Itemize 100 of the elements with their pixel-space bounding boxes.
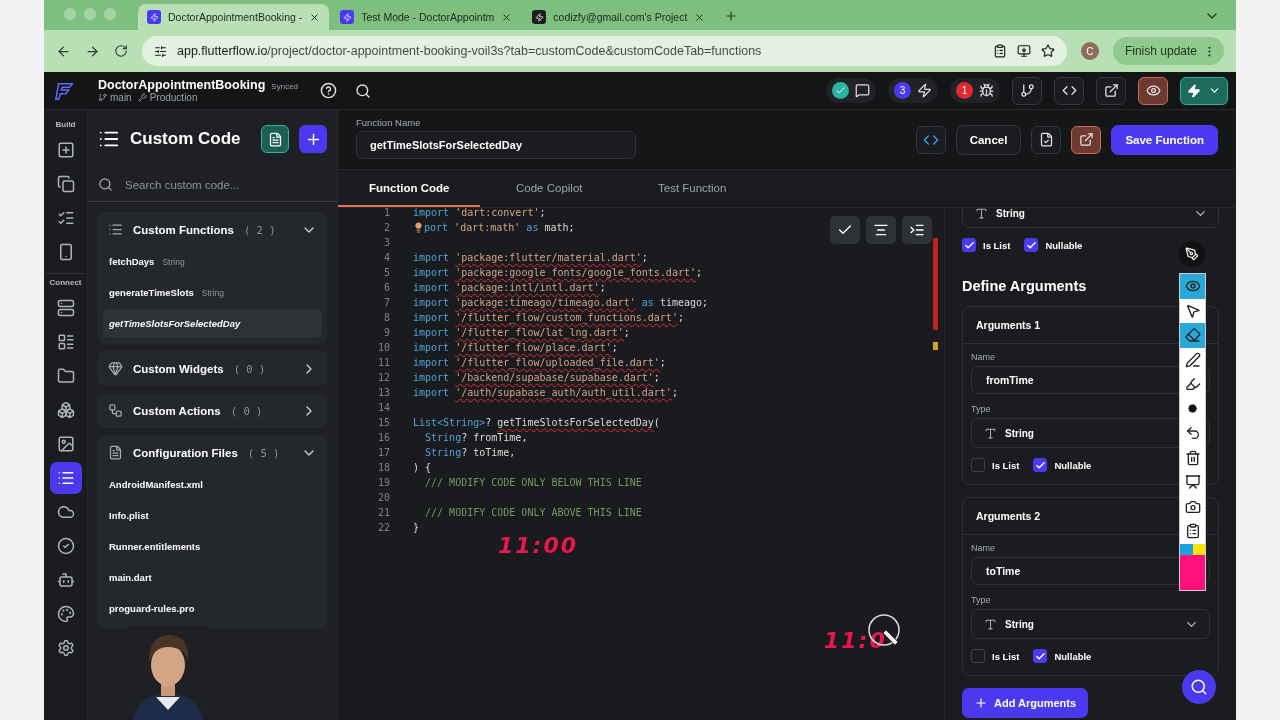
code-text: 'package:flutter/material.dart' bbox=[455, 252, 642, 263]
line-number: 1 bbox=[382, 208, 391, 218]
checkbox[interactable]: Is List bbox=[971, 649, 1020, 663]
code-list-item[interactable]: getTimeSlotsForSelectedDay bbox=[103, 309, 322, 338]
code-list-item[interactable]: main.dart bbox=[103, 563, 322, 592]
branch-button[interactable] bbox=[1012, 76, 1042, 105]
add-button[interactable] bbox=[299, 125, 327, 153]
line-number: 13 bbox=[376, 387, 391, 398]
bookmark-icon[interactable] bbox=[1040, 44, 1055, 58]
reload-icon[interactable] bbox=[114, 44, 128, 58]
close-icon[interactable] bbox=[309, 11, 321, 23]
pointer-icon bbox=[1184, 302, 1201, 319]
tasks-button[interactable]: 3 bbox=[888, 78, 938, 103]
search-button[interactable] bbox=[1182, 670, 1216, 704]
type-dropdown[interactable]: String bbox=[971, 609, 1210, 639]
code-text: import bbox=[413, 327, 451, 338]
help-icon[interactable] bbox=[320, 82, 337, 99]
checkbox[interactable]: Nullable bbox=[1033, 649, 1092, 663]
code-text: ( bbox=[653, 417, 660, 428]
code-text: as bbox=[640, 297, 655, 308]
open-external-button[interactable] bbox=[1096, 76, 1126, 105]
item-name: Runner.entitlements bbox=[109, 541, 201, 552]
site-settings-icon[interactable] bbox=[154, 44, 167, 58]
checkbox[interactable]: Is List bbox=[962, 238, 1011, 252]
back-icon[interactable] bbox=[56, 43, 71, 59]
code-text: import bbox=[413, 387, 451, 398]
document-button[interactable] bbox=[261, 125, 289, 153]
code-list-item[interactable]: fetchDays String bbox=[103, 247, 322, 276]
clipboard-icon[interactable] bbox=[992, 44, 1007, 58]
editor-tab[interactable]: Test Function bbox=[622, 170, 764, 207]
run-button[interactable] bbox=[1180, 76, 1228, 105]
code-list-item[interactable]: generateTimeSlots String bbox=[103, 278, 322, 307]
profile-avatar[interactable]: C bbox=[1080, 42, 1099, 60]
code-list-item[interactable]: Runner.entitlements bbox=[103, 532, 322, 561]
cancel-button[interactable]: Cancel bbox=[955, 124, 1022, 155]
address-bar[interactable]: app.flutterflow.io/project/doctor-appointment-booking-voil3s?tab=customCode&customCodeTab=functions bbox=[142, 36, 1067, 66]
editor-tab[interactable]: Code Copilot bbox=[480, 170, 622, 207]
file-check-icon bbox=[1038, 132, 1054, 147]
close-icon[interactable] bbox=[501, 11, 513, 23]
save-button[interactable]: Save Function bbox=[1111, 124, 1218, 155]
search-icon[interactable] bbox=[355, 82, 371, 99]
code-text: '/auth/supabase_auth/auth_util.dart' bbox=[455, 387, 672, 398]
section-header[interactable]: Custom Widgets ( 0 ) bbox=[98, 353, 327, 384]
code-list-item[interactable]: proguard-rules.pro bbox=[103, 594, 322, 623]
code-text: String bbox=[424, 432, 462, 443]
handwritten-note: 11:00 bbox=[498, 533, 579, 558]
checkbox[interactable]: Nullable bbox=[1033, 458, 1092, 472]
section-count: ( 2 ) bbox=[243, 223, 277, 236]
line-number: 4 bbox=[382, 252, 391, 263]
check-code-button[interactable] bbox=[1031, 125, 1062, 154]
rail-item[interactable] bbox=[49, 462, 82, 494]
browser-tab[interactable]: DoctorAppointmentBooking - bbox=[138, 4, 330, 30]
section-heading: Define Arguments bbox=[962, 278, 1087, 294]
undo-icon bbox=[1184, 425, 1201, 442]
code-text: ; bbox=[641, 252, 648, 263]
section-header[interactable]: Configuration Files ( 5 ) bbox=[98, 437, 327, 468]
external-link-icon bbox=[1078, 132, 1094, 147]
section-header[interactable]: Custom Actions ( 0 ) bbox=[98, 395, 327, 426]
checkbox[interactable]: Nullable bbox=[1024, 238, 1083, 252]
color-palette[interactable] bbox=[1180, 543, 1205, 590]
comments-button[interactable] bbox=[826, 78, 876, 103]
code-text: ; bbox=[696, 267, 702, 278]
code-list-item[interactable]: Info.plist bbox=[103, 501, 322, 530]
type-dropdown[interactable]: String bbox=[962, 208, 1219, 228]
branch-icon bbox=[98, 93, 107, 102]
browser-tab[interactable]: Test Mode - DoctorAppointm bbox=[331, 4, 522, 30]
count-badge: 1 bbox=[956, 82, 973, 99]
tool-button[interactable] bbox=[1180, 323, 1205, 348]
format-button[interactable] bbox=[866, 216, 896, 244]
issues-button[interactable]: 1 bbox=[950, 78, 1000, 103]
close-icon[interactable] bbox=[694, 11, 706, 23]
forward-icon[interactable] bbox=[85, 43, 100, 59]
search-field[interactable]: Search custom code... bbox=[123, 177, 327, 192]
project-name: DoctorAppointmentBooking bbox=[98, 78, 266, 92]
install-icon[interactable] bbox=[1016, 44, 1031, 58]
tool-button[interactable] bbox=[1180, 274, 1205, 299]
code-text: ; bbox=[671, 387, 678, 398]
code-list-item[interactable]: AndroidManifest.xml bbox=[103, 470, 322, 499]
checkbox[interactable]: Is List bbox=[971, 458, 1020, 472]
text-type-icon bbox=[984, 426, 997, 440]
vscode-button[interactable] bbox=[915, 125, 946, 154]
function-name-field[interactable]: getTimeSlotsForSelectedDay bbox=[356, 130, 636, 159]
code-button[interactable] bbox=[1054, 76, 1084, 105]
section-header[interactable]: Custom Functions ( 2 ) bbox=[98, 214, 327, 245]
eye-icon bbox=[1145, 83, 1161, 98]
check-button[interactable] bbox=[830, 216, 860, 244]
code-text: timeago; bbox=[659, 297, 709, 308]
line-number: 2 bbox=[382, 222, 391, 233]
browser-tab[interactable]: codizfy@gmail.com's Project bbox=[523, 4, 715, 30]
code-text: import bbox=[413, 372, 451, 383]
item-name: generateTimeSlots bbox=[109, 287, 194, 298]
add-arguments-button[interactable]: Add Arguments bbox=[962, 688, 1089, 718]
update-button[interactable]: Finish update bbox=[1112, 37, 1224, 65]
open-external-button[interactable] bbox=[1071, 125, 1102, 154]
functions-icon bbox=[108, 222, 123, 237]
code-text: import bbox=[413, 282, 451, 293]
indent-button[interactable] bbox=[902, 216, 932, 244]
line-number: 15 bbox=[376, 417, 391, 428]
preview-button[interactable] bbox=[1138, 76, 1168, 105]
lightbulb-icon[interactable] bbox=[413, 222, 424, 233]
